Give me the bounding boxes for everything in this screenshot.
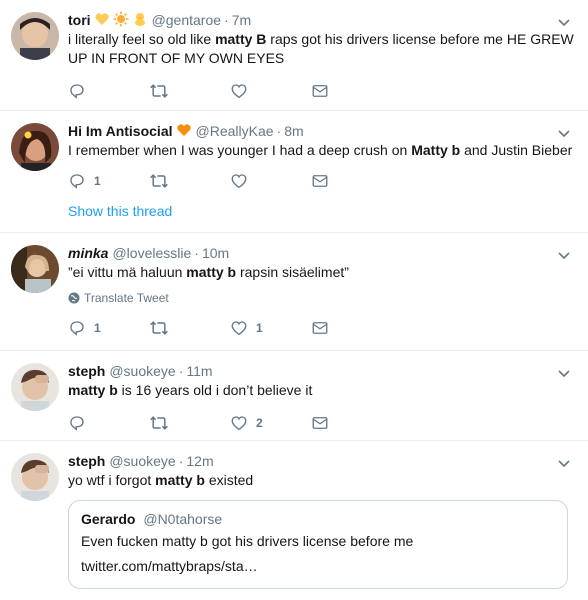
retweet-icon — [150, 84, 168, 98]
quoted-tweet-text: Even fucken matty b got his drivers lice… — [81, 533, 414, 549]
dm-button[interactable] — [311, 172, 392, 190]
reply-button[interactable]: 1 — [68, 172, 149, 190]
user-handle[interactable]: @ReallyKae — [196, 123, 274, 139]
display-name[interactable]: tori — [68, 12, 91, 28]
tweet-text: I remember when I was younger I had a de… — [68, 142, 573, 158]
translate-tweet-link[interactable]: Translate Tweet — [68, 290, 574, 306]
reply-button[interactable] — [68, 414, 149, 432]
tweet-feed: tori @gentaroe · 7m i literally feel so … — [0, 0, 588, 600]
reply-button[interactable] — [68, 82, 149, 100]
user-handle[interactable]: @suokeye — [109, 453, 175, 469]
retweet-icon — [150, 174, 168, 188]
quoted-display-name: Gerardo — [81, 511, 136, 527]
tweet[interactable]: Hi Im Antisocial @ReallyKae · 8m I remem… — [0, 111, 588, 233]
display-name[interactable]: steph — [68, 363, 105, 379]
timestamp[interactable]: 10m — [202, 245, 229, 261]
tweet-text: yo wtf i forgot matty b existed — [68, 472, 254, 488]
avatar[interactable] — [11, 363, 59, 411]
like-count: 1 — [256, 321, 263, 335]
envelope-icon — [312, 85, 328, 97]
user-handle[interactable]: @gentaroe — [152, 12, 221, 28]
tweet-actions: 1 1 — [68, 318, 574, 338]
reply-icon — [70, 84, 84, 99]
tweet-text: i literally feel so old like matty B rap… — [68, 31, 574, 66]
chevron-down-icon[interactable] — [556, 455, 572, 471]
retweet-button[interactable] — [149, 82, 230, 100]
like-button[interactable] — [230, 172, 311, 190]
display-name[interactable]: minka — [68, 245, 108, 261]
like-button[interactable] — [230, 82, 311, 100]
retweet-button[interactable] — [149, 172, 230, 190]
chevron-down-icon[interactable] — [556, 247, 572, 263]
timestamp[interactable]: 11m — [186, 363, 212, 379]
avatar[interactable] — [11, 245, 59, 293]
chick-icon — [132, 11, 148, 30]
tweet[interactable]: tori @gentaroe · 7m i literally feel so … — [0, 0, 588, 111]
sun-icon — [113, 11, 129, 30]
orange-heart-icon — [176, 122, 192, 141]
quoted-tweet-link[interactable]: twitter.com/mattybraps/sta… — [81, 556, 555, 577]
reply-icon — [70, 416, 84, 431]
timestamp[interactable]: 7m — [232, 12, 251, 28]
show-thread-link[interactable]: Show this thread — [68, 203, 172, 219]
avatar[interactable] — [11, 453, 59, 501]
tweet[interactable]: minka @lovelesslie · 10m ”ei vittu mä ha… — [0, 233, 588, 351]
tweet-text: matty b is 16 years old i don’t believe … — [68, 382, 313, 398]
user-handle[interactable]: @suokeye — [109, 363, 175, 379]
like-count: 2 — [256, 416, 263, 430]
dm-button[interactable] — [311, 82, 392, 100]
reply-button[interactable]: 1 — [68, 319, 149, 337]
like-button[interactable]: 1 — [230, 319, 311, 337]
globe-icon — [68, 292, 80, 304]
display-name[interactable]: Hi Im Antisocial — [68, 123, 173, 139]
quoted-user-handle: @N0tahorse — [143, 511, 223, 527]
chevron-down-icon[interactable] — [556, 365, 572, 381]
heart-icon — [231, 416, 247, 431]
heart-icon — [231, 321, 247, 336]
display-name[interactable]: steph — [68, 453, 105, 469]
dm-button[interactable] — [311, 319, 392, 337]
tweet-actions — [68, 81, 574, 101]
dm-button[interactable] — [311, 414, 392, 432]
timestamp[interactable]: 8m — [284, 123, 303, 139]
reply-count: 1 — [94, 321, 101, 335]
tweet-actions: 1 — [68, 171, 574, 191]
retweet-button[interactable] — [149, 414, 230, 432]
retweet-icon — [150, 321, 168, 335]
retweet-button[interactable] — [149, 319, 230, 337]
avatar[interactable] — [11, 12, 59, 60]
quoted-tweet[interactable]: Gerardo @N0tahorse Even fucken matty b g… — [68, 500, 568, 589]
yellow-heart-icon — [94, 11, 110, 30]
chevron-down-icon[interactable] — [556, 125, 572, 141]
envelope-icon — [312, 175, 328, 187]
tweet[interactable]: steph @suokeye · 11m matty b is 16 years… — [0, 351, 588, 441]
tweet-actions: 2 — [68, 413, 574, 433]
reply-icon — [70, 174, 84, 189]
timestamp[interactable]: 12m — [186, 453, 213, 469]
heart-icon — [231, 174, 247, 189]
envelope-icon — [312, 322, 328, 334]
envelope-icon — [312, 417, 328, 429]
tweet[interactable]: steph @suokeye · 12m yo wtf i forgot mat… — [0, 441, 588, 600]
reply-count: 1 — [94, 174, 101, 188]
avatar[interactable] — [11, 123, 59, 171]
reply-icon — [70, 321, 84, 336]
tweet-text: ”ei vittu mä haluun matty b rapsin sisäe… — [68, 264, 349, 280]
like-button[interactable]: 2 — [230, 414, 311, 432]
retweet-icon — [150, 416, 168, 430]
user-handle[interactable]: @lovelesslie — [112, 245, 191, 261]
heart-icon — [231, 84, 247, 99]
chevron-down-icon[interactable] — [556, 14, 572, 30]
